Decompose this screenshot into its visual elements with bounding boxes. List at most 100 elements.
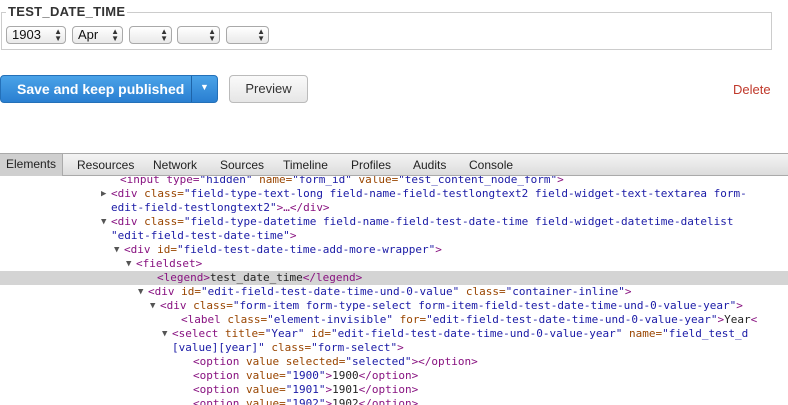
delete-link[interactable]: Delete (733, 82, 771, 97)
dom-tree-line[interactable]: ▼ <div id="field-test-date-time-add-more-… (0, 243, 788, 257)
markup-token: > (289, 229, 297, 242)
tab-profiles[interactable]: Profiles (351, 158, 391, 172)
dom-tree-line[interactable]: <option value="1902">1902</option> (0, 397, 788, 405)
markup-token: id= (157, 243, 177, 256)
markup-token: <div (148, 285, 182, 298)
dom-tree-line[interactable]: <legend>test_date_time</legend> (0, 271, 788, 285)
markup-token: value= (245, 383, 286, 396)
collapsed-triangle-icon[interactable]: ▶ (101, 187, 106, 201)
markup-token: title= (224, 327, 265, 340)
dom-tree-line[interactable]: ▼ <div class="field-type-datetime field-n… (0, 215, 788, 229)
dom-node-markup: <option value="1900">1900</option> (193, 369, 418, 383)
day-select[interactable]: ▲ ▼ (129, 26, 172, 44)
select-arrows-icon: ▲ ▼ (160, 27, 168, 43)
month-select[interactable]: Apr ▲ ▼ (72, 26, 123, 44)
dom-tree-line[interactable]: "edit-field-test-date-time"> (0, 229, 788, 243)
expanded-triangle-icon[interactable]: ▼ (114, 243, 119, 257)
markup-token: "field-test-date-time-add-more-wrapper" (177, 243, 436, 256)
dom-tree-line[interactable]: edit-field-testlongtext2">…</div> (0, 201, 788, 215)
dom-node-markup: <div class="form-item form-type-select f… (160, 299, 743, 313)
tab-audits[interactable]: Audits (413, 158, 446, 172)
markup-token: > (624, 285, 632, 298)
save-button-label: Save and keep published (17, 81, 185, 97)
dom-node-markup: <label class="element-invisible" for="ed… (181, 313, 757, 327)
dom-tree-line[interactable]: <option value selected="selected"></opti… (0, 355, 788, 369)
expanded-triangle-icon[interactable]: ▼ (126, 257, 131, 271)
year-select[interactable]: 1903 ▲ ▼ (6, 26, 66, 44)
expanded-triangle-icon[interactable]: ▼ (150, 299, 155, 313)
markup-token: "test_content_node_form" (398, 176, 558, 186)
markup-token: ></option> (411, 355, 478, 368)
dom-node-markup: <div id="edit-field-test-date-time-und-0… (148, 285, 631, 299)
node-edit-form: TEST_DATE_TIME 1903 ▲ ▼ Apr ▲ ▼ ▲ ▼ ▲ ▼ ▲ ▼ S… (0, 0, 788, 150)
markup-token: "1901" (285, 383, 326, 396)
markup-token: for= (392, 313, 427, 326)
markup-token: edit-field-testlongtext2" (111, 201, 277, 214)
dom-tree-line[interactable]: [value][year]" class="form-select"> (0, 341, 788, 355)
markup-token: "1900" (285, 369, 326, 382)
tab-sources[interactable]: Sources (220, 158, 264, 172)
markup-token: class= (264, 341, 312, 354)
markup-token: <select (172, 327, 225, 340)
dom-node-markup: [value][year]" class="form-select"> (172, 341, 404, 355)
markup-token: 1901 (332, 383, 359, 396)
dom-tree-line[interactable]: ▼ <div id="edit-field-test-date-time-und-… (0, 285, 788, 299)
dom-node-markup: <option value="1901">1901</option> (193, 383, 418, 397)
markup-token: "form_id" (292, 176, 352, 186)
dom-node-markup: <legend>test_date_time</legend> (157, 271, 362, 285)
dom-node-markup: <fieldset> (136, 257, 202, 271)
markup-token: class= (459, 285, 506, 298)
dom-tree-line[interactable]: <input type="hidden" name="form_id" valu… (0, 176, 788, 187)
expanded-triangle-icon[interactable]: ▼ (138, 285, 143, 299)
markup-token: </option> (358, 369, 419, 382)
tab-timeline[interactable]: Timeline (283, 158, 328, 172)
markup-token: <legend> (157, 271, 210, 284)
markup-token: Year (724, 313, 751, 326)
markup-token: > (397, 341, 404, 354)
expanded-triangle-icon[interactable]: ▼ (162, 327, 167, 341)
markup-token: <option (193, 355, 246, 368)
markup-token: [value][year]" (172, 341, 265, 354)
dom-tree-line[interactable]: <label class="element-invisible" for="ed… (0, 313, 788, 327)
dom-node-markup: "edit-field-test-date-time"> (111, 229, 296, 243)
markup-token: class= (144, 215, 184, 228)
devtools-tab-bar: Elements Resources Network Sources Timel… (0, 153, 788, 176)
tab-resources[interactable]: Resources (77, 158, 134, 172)
markup-token: 1902 (332, 397, 359, 405)
dom-tree-line[interactable]: <option value="1901">1901</option> (0, 383, 788, 397)
markup-token: </option> (358, 383, 419, 396)
dom-node-markup: <option value selected="selected"></opti… (193, 355, 478, 369)
markup-token: > (736, 299, 743, 312)
dom-tree-line[interactable]: ▼ <select title="Year" id="edit-field-tes… (0, 327, 788, 341)
markup-token: >…</div> (276, 201, 330, 214)
save-and-keep-published-button[interactable]: Save and keep published ▼ (0, 75, 218, 103)
markup-token: <div (111, 187, 145, 200)
select-arrows-icon: ▲ ▼ (257, 27, 265, 43)
markup-token: "form-select" (311, 341, 398, 354)
markup-token: <option (193, 369, 246, 382)
markup-token: value= (245, 397, 286, 405)
markup-token: "edit-field-test-date-time-und-0-value-y… (330, 327, 623, 340)
dom-tree-line[interactable]: ▶ <div class="field-type-text-long field-… (0, 187, 788, 201)
markup-token: value= (351, 176, 399, 186)
hour-select[interactable]: ▲ ▼ (177, 26, 220, 44)
markup-token: "element-invisible" (267, 313, 393, 326)
dom-tree-line[interactable]: ▼ <fieldset> (0, 257, 788, 271)
tab-console[interactable]: Console (469, 158, 513, 172)
markup-token: <div (124, 243, 158, 256)
tab-elements[interactable]: Elements (0, 154, 64, 176)
markup-token: "selected" (345, 355, 412, 368)
preview-button[interactable]: Preview (229, 75, 308, 103)
select-arrows-icon: ▲ ▼ (54, 27, 62, 43)
dom-tree-line[interactable]: <option value="1900">1900</option> (0, 369, 788, 383)
tab-network[interactable]: Network (153, 158, 197, 172)
markup-token: > (435, 243, 442, 256)
dom-tree-line[interactable]: ▼ <div class="form-item form-type-select … (0, 299, 788, 313)
minute-select[interactable]: ▲ ▼ (226, 26, 269, 44)
dropdown-caret-icon[interactable]: ▼ (200, 82, 209, 92)
elements-dom-tree[interactable]: <input type="hidden" name="form_id" valu… (0, 176, 788, 405)
dom-node-markup: <option value="1902">1902</option> (193, 397, 418, 405)
expanded-triangle-icon[interactable]: ▼ (101, 215, 106, 229)
markup-token: <input type= (120, 176, 200, 186)
markup-token: "edit-field-test-date-time-und-0-value-y… (426, 313, 718, 326)
